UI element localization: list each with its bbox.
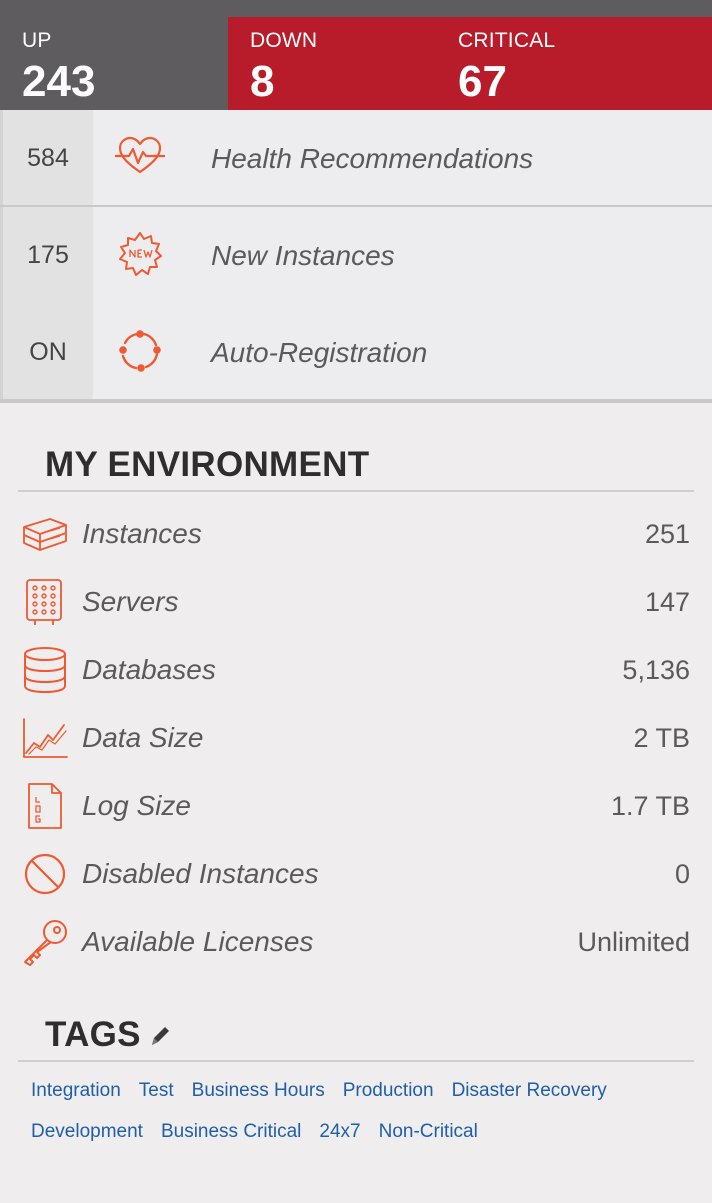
tag-link[interactable]: Business Hours [192,1078,325,1103]
tag-link[interactable]: Business Critical [161,1119,301,1144]
env-item-label: Data Size [82,722,204,753]
summary-label: Auto-Registration [211,337,428,368]
env-item-instances[interactable]: Instances 251 [18,500,694,568]
env-item-label: Instances [82,518,202,549]
status-up-count: 243 [22,57,96,106]
tag-list: Integration Test Business Hours Producti… [18,1062,678,1144]
env-item-databases[interactable]: Databases 5,136 [18,636,694,704]
summary-row-new-instances[interactable]: 175 New Instances [0,207,712,304]
summary-row-body: Health Recommendations [93,110,712,207]
tag-link[interactable]: Non-Critical [379,1119,478,1144]
status-up-tile[interactable]: UP 243 [0,17,228,110]
summary-row-auto-registration[interactable]: ON Auto-Registration [0,304,712,403]
disabled-icon [24,853,66,895]
env-item-log-size[interactable]: Log Size 1.7 TB [18,772,694,840]
tag-link[interactable]: Development [31,1119,143,1144]
log-file-icon [28,783,62,829]
tag-link[interactable]: Test [139,1078,174,1103]
my-environment-section: MY ENVIRONMENT Instances 251 Servers 147… [18,442,694,976]
tags-section: TAGS Integration Test Business Hours Pro… [18,1012,694,1144]
env-item-value: 251 [644,519,690,549]
env-item-available-licenses[interactable]: Available Licenses Unlimited [18,908,694,976]
status-alert-area: DOWN 8 CRITICAL 67 [228,17,712,110]
status-down-label: DOWN [250,29,318,52]
summary-row-health[interactable]: 584 Health Recommendations [0,110,712,209]
section-title: MY ENVIRONMENT [45,445,370,484]
tags-title-row: TAGS [18,1012,694,1058]
divider [18,490,694,492]
status-critical-label: CRITICAL [458,29,556,52]
env-item-value: 2 TB [633,723,690,753]
tag-link[interactable]: Disaster Recovery [452,1078,607,1103]
summary-row-body: New Instances [93,207,712,304]
summary-count: 584 [0,110,93,207]
env-item-disabled-instances[interactable]: Disabled Instances 0 [18,840,694,908]
status-critical-count: 67 [458,57,507,106]
summary-count: 175 [0,207,93,304]
server-rack-icon [26,579,62,625]
env-item-value: Unlimited [577,927,690,957]
summary-panel: 584 Health Recommendations 175 New Insta… [0,110,712,403]
env-item-value: 1.7 TB [610,791,690,821]
summary-count: ON [0,304,93,401]
env-item-label: Log Size [82,790,191,821]
env-item-servers[interactable]: Servers 147 [18,568,694,636]
top-strip [0,0,712,17]
env-item-label: Available Licenses [82,926,314,957]
new-badge-icon [119,232,162,276]
status-bar: UP 243 DOWN 8 CRITICAL 67 [0,17,712,110]
environment-list: Instances 251 Servers 147 Databases 5,13… [18,500,694,976]
env-item-value: 0 [674,859,690,889]
status-up-label: UP [22,29,52,52]
line-chart-icon [23,718,68,758]
env-item-value: 5,136 [622,655,690,685]
status-down-count: 8 [250,57,275,106]
status-down-tile[interactable]: DOWN 8 [250,17,450,110]
env-item-label: Servers [82,586,179,617]
key-icon [24,920,67,966]
env-item-data-size[interactable]: Data Size 2 TB [18,704,694,772]
env-item-label: Databases [82,654,216,685]
section-title: TAGS [45,1015,141,1054]
summary-row-body: Auto-Registration [93,304,712,401]
env-item-label: Disabled Instances [82,858,319,889]
summary-label: Health Recommendations [211,143,534,174]
tag-link[interactable]: Integration [31,1078,121,1103]
tag-link[interactable]: 24x7 [319,1119,360,1144]
summary-label: New Instances [211,240,395,271]
heartbeat-icon [115,136,165,174]
tag-link[interactable]: Production [343,1078,434,1103]
server-box-icon [23,518,67,551]
refresh-cycle-icon [119,330,161,372]
database-icon [24,647,66,694]
pencil-icon[interactable] [147,1022,173,1048]
status-critical-tile[interactable]: CRITICAL 67 [458,17,658,110]
env-item-value: 147 [644,587,690,617]
